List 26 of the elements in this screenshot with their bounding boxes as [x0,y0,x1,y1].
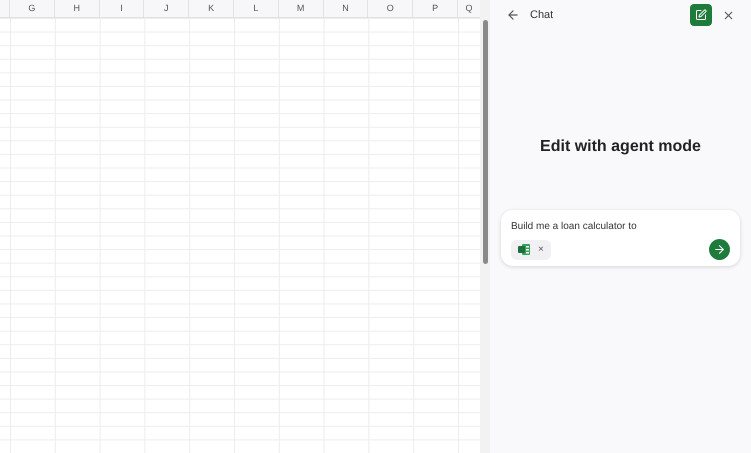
column-header[interactable]: N [324,0,368,17]
column-header[interactable]: I [100,0,144,17]
column-header[interactable]: G [10,0,55,17]
column-header[interactable]: H [54,0,100,17]
column-header[interactable]: Q [458,0,480,17]
scrollbar[interactable] [480,0,490,453]
column-header[interactable]: O [368,0,414,17]
column-header[interactable]: K [189,0,234,17]
panel-title: Chat [530,8,554,23]
file-chip[interactable]: × [511,240,551,260]
back-icon[interactable] [506,8,520,22]
new-chat-button[interactable] [690,4,712,26]
prompt-field[interactable]: Build me a loan calculator to [511,219,730,234]
panel-heading: Edit with agent mode [539,137,702,157]
cell-grid[interactable] [0,18,480,453]
send-button[interactable] [709,239,730,260]
arrow-icon [713,243,726,256]
scrollbar-thumb[interactable] [482,20,488,264]
column-header[interactable]: P [413,0,458,17]
column-header[interactable]: L [234,0,279,17]
spreadsheet-icon [518,244,530,255]
column-header[interactable]: M [278,0,324,17]
close-icon[interactable] [722,8,735,22]
column-header[interactable]: J [144,0,190,17]
edit-icon [695,9,707,21]
remove-attachment[interactable]: × [538,242,544,257]
